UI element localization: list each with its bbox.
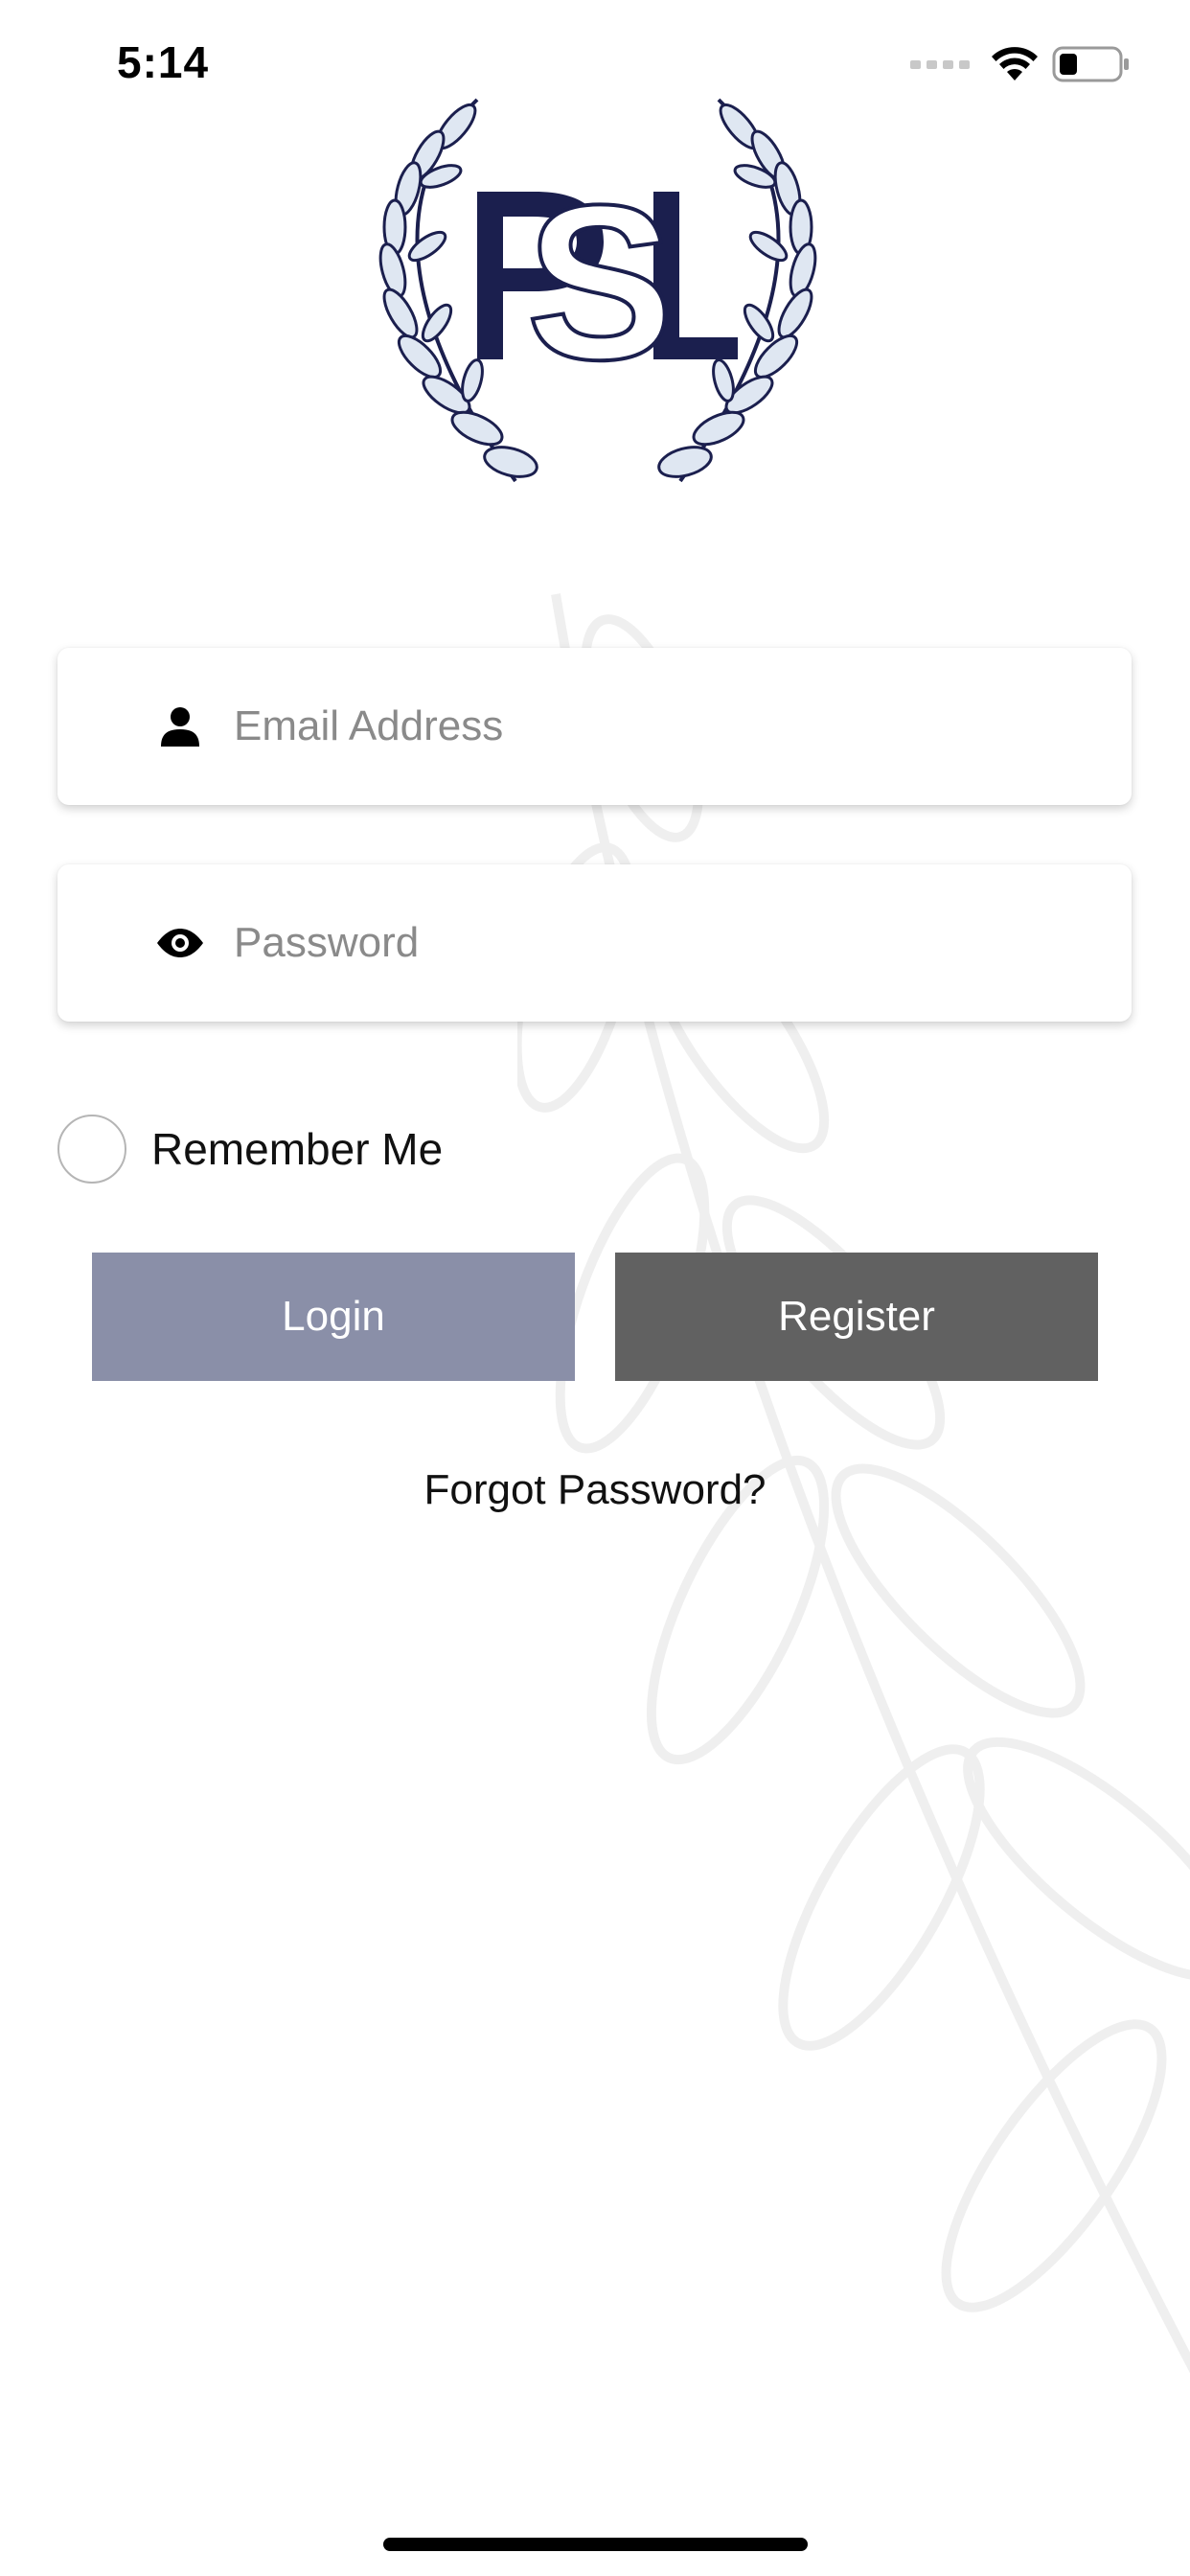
register-button[interactable]: Register xyxy=(615,1253,1098,1381)
remember-me-label: Remember Me xyxy=(151,1124,444,1174)
status-time: 5:14 xyxy=(117,37,210,87)
forgot-password-link[interactable]: Forgot Password? xyxy=(0,1466,1190,1514)
email-field[interactable] xyxy=(57,648,1132,805)
password-field[interactable] xyxy=(57,864,1132,1022)
eye-icon[interactable] xyxy=(157,920,203,966)
psl-logo: S xyxy=(378,98,817,483)
login-button[interactable]: Login xyxy=(92,1253,575,1381)
cellular-signal-icon xyxy=(910,59,970,69)
battery-icon xyxy=(1052,46,1129,82)
status-icons xyxy=(910,42,1131,86)
home-indicator[interactable] xyxy=(383,2538,808,2551)
wifi-icon xyxy=(992,47,1038,80)
password-input[interactable] xyxy=(234,919,1077,967)
remember-me-radio[interactable] xyxy=(57,1115,126,1184)
svg-text:S: S xyxy=(526,159,673,405)
remember-me[interactable]: Remember Me xyxy=(57,1112,443,1186)
user-icon xyxy=(157,703,203,749)
email-input[interactable] xyxy=(234,702,1077,750)
